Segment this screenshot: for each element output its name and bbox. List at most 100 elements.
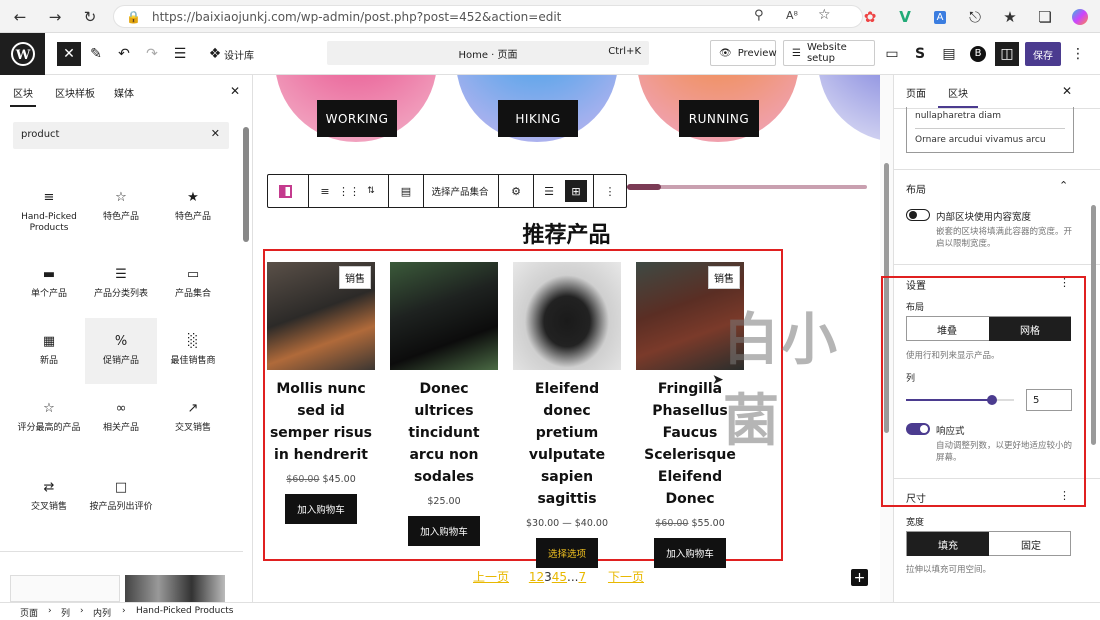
block-item[interactable]: % 促销产品 — [85, 318, 157, 384]
block-item[interactable]: ★ 特色产品 — [157, 178, 229, 240]
category-label[interactable]: RUNNING — [679, 100, 759, 137]
tab-patterns[interactable]: 区块样板 — [55, 85, 95, 100]
block-type-icon[interactable] — [270, 175, 300, 207]
tab-page[interactable]: 页面 — [906, 85, 926, 100]
website-setup-button[interactable]: ☰ Website setup — [783, 40, 875, 66]
product-image[interactable] — [513, 262, 621, 370]
design-library-label[interactable]: 设计库 — [224, 47, 254, 62]
chevron-up-icon[interactable]: ⌃ — [1059, 179, 1068, 192]
block-item[interactable]: ∞ 相关产品 — [85, 389, 157, 451]
block-item[interactable]: ≡ Hand-Picked Products — [13, 178, 85, 240]
scrollbar[interactable] — [243, 127, 249, 242]
more-options-icon[interactable]: ⋮ — [596, 175, 624, 207]
list-layout-icon[interactable]: ☰ — [536, 175, 562, 207]
inner-content-width-toggle[interactable] — [906, 209, 930, 221]
block-item[interactable]: ▬ 单个产品 — [13, 255, 85, 317]
block-item[interactable]: ▭ 产品集合 — [157, 255, 229, 317]
breadcrumb-item[interactable]: 内列 — [93, 606, 111, 619]
section-heading[interactable]: 推荐产品 — [253, 217, 880, 249]
align-icon[interactable]: ▤ — [392, 175, 420, 207]
command-palette[interactable]: Home · 页面 Ctrl+K — [327, 41, 649, 65]
extension-v-icon[interactable]: V — [893, 5, 917, 29]
close-icon[interactable]: ✕ — [230, 84, 240, 98]
copilot-icon[interactable] — [1068, 5, 1092, 29]
undo-icon[interactable]: ↶ — [112, 42, 136, 66]
page-links[interactable]: 45 — [552, 570, 567, 584]
tab-block[interactable]: 区块 — [948, 85, 968, 100]
document-overview-icon[interactable]: ☰ — [168, 42, 192, 66]
tab-media[interactable]: 媒体 — [114, 85, 134, 100]
fill-option[interactable]: 填充 — [907, 532, 989, 556]
settings-sidebar-icon[interactable]: ◫ — [995, 42, 1019, 66]
breadcrumb-item[interactable]: Hand-Picked Products — [136, 606, 234, 616]
device-preview-icon[interactable]: ▭ — [880, 42, 904, 66]
back-icon[interactable]: ← — [8, 5, 32, 29]
block-item[interactable]: ░ 最佳销售商 — [157, 322, 229, 384]
page-links[interactable]: 12 — [529, 570, 544, 584]
block-item[interactable]: ⇄ 交叉销售 — [13, 468, 85, 530]
slider-thumb[interactable] — [627, 184, 661, 190]
text-preview-box[interactable]: nullapharetra diam Ornare arcudui vivamu… — [906, 107, 1074, 153]
breadcrumb-item[interactable]: 列 — [61, 606, 70, 619]
favorite-star-icon[interactable]: ☆ — [818, 7, 831, 23]
select-collection-button[interactable]: 选择产品集合 — [425, 175, 495, 207]
extension-translate-icon[interactable]: A — [928, 5, 952, 29]
block-item[interactable]: ☆ 特色产品 — [85, 178, 157, 240]
layout-section-title[interactable]: 布局 — [906, 181, 926, 196]
plugin-b-icon[interactable]: B — [966, 42, 990, 66]
add-block-icon[interactable]: + — [851, 569, 868, 586]
read-aloud-icon[interactable]: A⁸ — [786, 9, 798, 22]
product-name[interactable]: Donec ultrices tincidunt arcu non sodale… — [389, 378, 499, 488]
extension-flower-icon[interactable]: ✿ — [858, 5, 882, 29]
collections-icon[interactable]: ❏ — [1033, 5, 1057, 29]
block-item[interactable]: ☆ 评分最高的产品 — [13, 389, 85, 451]
address-bar[interactable]: 🔒 https://baixiaojunkj.com/wp-admin/post… — [113, 5, 863, 28]
block-item[interactable]: ↗ 交叉销售 — [157, 389, 229, 451]
add-to-cart-button[interactable]: 加入购物车 — [285, 494, 357, 524]
select-options-button[interactable]: 选择选项 — [535, 538, 598, 568]
add-to-cart-button[interactable]: 加入购物车 — [654, 538, 726, 568]
reload-icon[interactable]: ↻ — [78, 5, 102, 29]
preview-button[interactable]: 👁 Preview — [710, 40, 777, 66]
next-page-link[interactable]: 下一页 — [608, 570, 644, 584]
add-to-cart-button[interactable]: 加入购物车 — [408, 516, 480, 546]
clear-search-icon[interactable]: ✕ — [211, 127, 220, 140]
close-sidebar-icon[interactable]: ✕ — [1062, 84, 1072, 98]
block-item[interactable]: ▦ 新品 — [13, 322, 85, 384]
favorites-list-icon[interactable]: ★ — [998, 5, 1022, 29]
fixed-option[interactable]: 固定 — [991, 532, 1071, 556]
breadcrumb-item[interactable]: 页面 — [20, 606, 38, 619]
last-page-link[interactable]: 7 — [579, 570, 587, 584]
redo-icon[interactable]: ↷ — [140, 42, 164, 66]
category-label[interactable]: WORKING — [317, 100, 397, 137]
block-item[interactable]: □ 按产品列出评价 — [85, 468, 157, 530]
options-menu-icon[interactable]: ⋮ — [1066, 42, 1090, 66]
extensions-puzzle-icon[interactable]: ⎋ — [963, 5, 987, 29]
product-image[interactable]: 销售 — [267, 262, 375, 370]
list-view-icon[interactable]: ≡ — [312, 175, 338, 207]
zoom-icon[interactable]: ⚲ — [754, 8, 764, 23]
product-name[interactable]: Mollis nunc sed id semper risus in hendr… — [266, 378, 376, 466]
drag-handle-icon[interactable]: ⋮⋮ — [338, 175, 360, 207]
forward-icon[interactable]: → — [43, 5, 67, 29]
search-input[interactable]: product ✕ — [13, 122, 229, 149]
spectra-icon[interactable]: S — [908, 42, 932, 66]
product-image[interactable] — [390, 262, 498, 370]
pattern-preview-thumbnail[interactable] — [125, 575, 225, 602]
product-card[interactable]: 销售 Mollis nunc sed id semper risus in he… — [266, 262, 376, 524]
move-up-down-icon[interactable]: ⇅ — [360, 175, 382, 207]
product-card[interactable]: Eleifend donec pretium vulputate sapien … — [512, 262, 622, 568]
product-name[interactable]: Eleifend donec pretium vulputate sapien … — [512, 378, 622, 510]
sidebar-scrollbar[interactable] — [1091, 205, 1096, 445]
block-inserter-close-icon[interactable]: ✕ — [57, 42, 81, 66]
prev-page-link[interactable]: 上一页 — [473, 570, 509, 584]
pen-tool-icon[interactable]: ✎ — [84, 42, 108, 66]
stack-icon[interactable]: ▤ — [937, 42, 961, 66]
block-item[interactable]: ☰ 产品分类列表 — [85, 255, 157, 317]
product-card[interactable]: Donec ultrices tincidunt arcu non sodale… — [389, 262, 499, 546]
save-button[interactable]: 保存 — [1025, 42, 1061, 66]
category-label[interactable]: HIKING — [498, 100, 578, 137]
filter-settings-icon[interactable]: ⚙ — [502, 175, 530, 207]
wordpress-logo-icon[interactable]: W — [0, 33, 45, 75]
grid-layout-icon[interactable]: ⊞ — [564, 175, 588, 207]
